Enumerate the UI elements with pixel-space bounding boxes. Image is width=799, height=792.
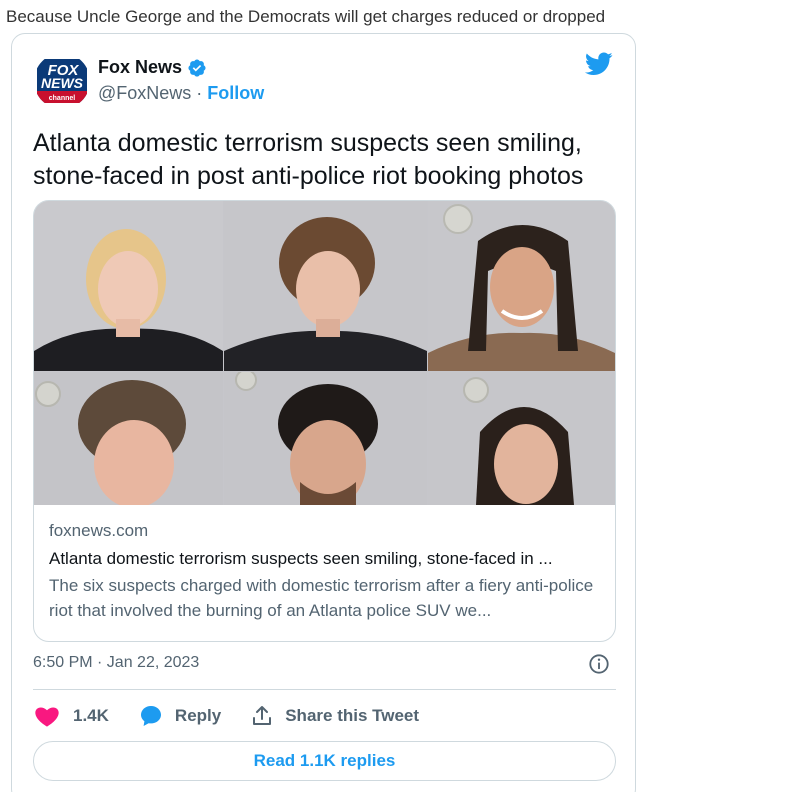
author-handle[interactable]: @FoxNews: [98, 83, 191, 103]
card-domain: foxnews.com: [49, 521, 149, 540]
mugshot-5: [224, 372, 427, 505]
reply-label: Reply: [174, 706, 222, 725]
mugshot-2: [224, 201, 427, 371]
share-button[interactable]: Share this Tweet: [251, 705, 419, 727]
like-button[interactable]: 1.4K: [35, 705, 109, 727]
card-title: Atlanta domestic terrorism suspects seen…: [49, 549, 553, 568]
logo-text-news: NEWS: [41, 75, 84, 91]
card-meta: foxnews.com Atlanta domestic terrorism s…: [49, 519, 604, 623]
author-name[interactable]: Fox News: [98, 57, 182, 78]
read-replies-button[interactable]: Read 1.1K replies: [33, 741, 616, 781]
author-handle-row: @FoxNews · Follow: [98, 83, 264, 104]
tweet-timestamp[interactable]: 6:50 PM · Jan 22, 2023: [33, 654, 199, 672]
verified-badge-icon: [188, 58, 206, 77]
mugshot-4: [34, 372, 223, 505]
card-description: The six suspects charged with domestic t…: [49, 576, 594, 620]
mugshot-collage-image: [34, 201, 615, 505]
like-count: 1.4K: [73, 706, 109, 725]
logo-text-channel: channel: [49, 95, 76, 102]
follow-link[interactable]: Follow: [207, 83, 264, 103]
info-icon[interactable]: [588, 653, 610, 675]
speech-bubble-icon: [140, 706, 161, 726]
embedded-tweet: FOX NEWS channel Fox News @FoxNews · Fol…: [11, 33, 636, 792]
tweet-text: Atlanta domestic terrorism suspects seen…: [33, 129, 584, 190]
actions-divider: [33, 689, 616, 690]
tweet-actions: 1.4K Reply Share this Tweet: [33, 702, 419, 730]
share-upload-icon: [253, 706, 272, 725]
handle-separator: ·: [191, 83, 208, 103]
heart-icon: [35, 707, 59, 727]
twitter-bird-icon[interactable]: [585, 52, 613, 76]
link-preview-card[interactable]: foxnews.com Atlanta domestic terrorism s…: [33, 200, 616, 642]
mugshot-3: [428, 201, 615, 371]
post-caption: Because Uncle George and the Democrats w…: [6, 7, 606, 26]
author-name-row: Fox News: [98, 57, 207, 78]
avatar[interactable]: FOX NEWS channel: [34, 53, 90, 109]
mugshot-1: [34, 201, 223, 371]
mugshot-6: [428, 372, 615, 505]
share-label: Share this Tweet: [285, 706, 420, 725]
reply-button[interactable]: Reply: [139, 704, 221, 728]
fox-news-logo-icon: FOX NEWS channel: [34, 53, 90, 109]
